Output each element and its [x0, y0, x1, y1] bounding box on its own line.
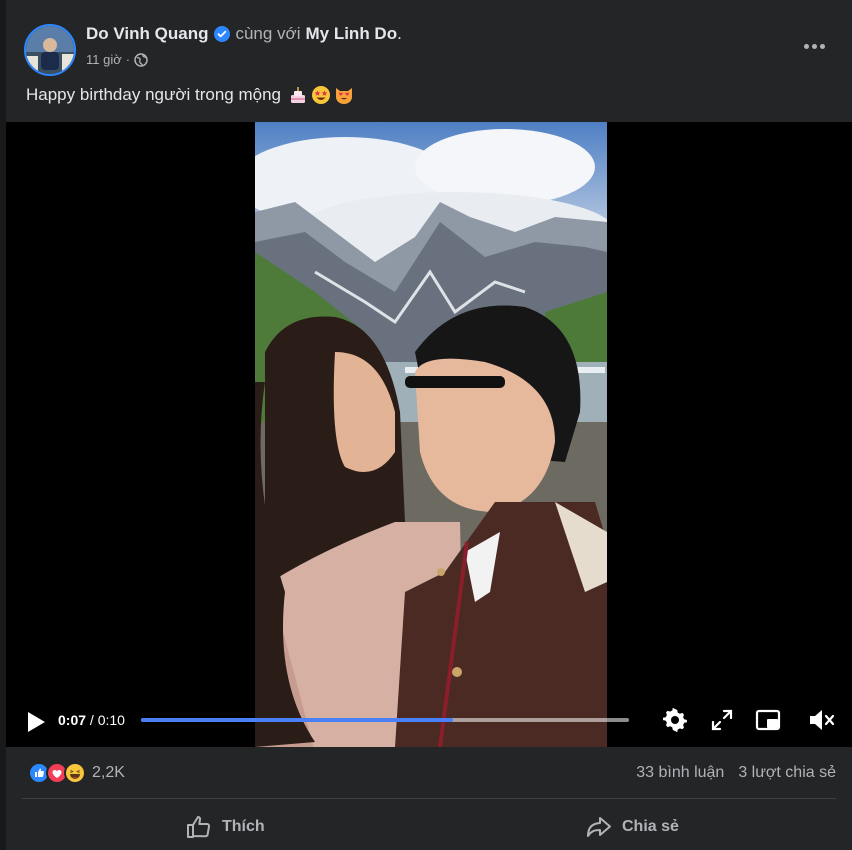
cake-emoji-icon: [288, 85, 308, 105]
play-icon[interactable]: [26, 711, 46, 733]
share-button[interactable]: Chia sẻ: [586, 810, 679, 844]
tag-period: .: [397, 24, 402, 43]
with-text: cùng với: [235, 24, 301, 43]
duration: 0:10: [97, 712, 125, 728]
video-time: 0:07 / 0:10: [58, 712, 125, 728]
picture-in-picture-icon[interactable]: [754, 706, 782, 734]
caption-text: Happy birthday người trong mộng: [26, 85, 281, 104]
reaction-count: 2,2K: [92, 764, 125, 781]
mute-volume-icon[interactable]: [808, 706, 836, 734]
shares-count[interactable]: 3 lượt chia sẻ: [738, 764, 836, 782]
reaction-summary[interactable]: 2,2K: [28, 762, 125, 784]
share-arrow-icon: [587, 817, 611, 837]
video-progress-fill: [141, 718, 454, 722]
verified-badge-icon: [214, 26, 231, 42]
fullscreen-icon[interactable]: [708, 706, 736, 734]
heart-eyes-cat-emoji-icon: [334, 85, 354, 105]
post-meta: 11 giờ ·: [86, 52, 148, 67]
globe-icon: [134, 52, 148, 67]
current-time: 0:07: [58, 712, 87, 728]
meta-separator: ·: [125, 52, 131, 67]
video-player[interactable]: [6, 122, 852, 747]
settings-gear-icon[interactable]: [661, 706, 689, 734]
engagement-stats: 33 bình luận 3 lượt chia sẻ: [636, 764, 836, 782]
haha-reaction-icon: [64, 762, 86, 784]
like-label: Thích: [222, 818, 265, 835]
video-progress-bar[interactable]: [141, 718, 629, 722]
share-label: Chia sẻ: [622, 818, 679, 835]
author-avatar[interactable]: [24, 24, 76, 76]
star-struck-emoji-icon: [311, 85, 331, 105]
tagged-user[interactable]: My Linh Do: [305, 24, 397, 44]
comments-count[interactable]: 33 bình luận: [636, 764, 724, 782]
thumbs-up-icon: [187, 816, 211, 838]
video-frame[interactable]: [255, 122, 607, 747]
more-options-icon[interactable]: [800, 32, 828, 60]
like-button[interactable]: Thích: [186, 810, 265, 844]
post-caption: Happy birthday người trong mộng: [26, 85, 354, 105]
author-line: Do Vinh Quang cùng với My Linh Do.: [86, 24, 402, 44]
post-timestamp[interactable]: 11 giờ: [86, 52, 122, 67]
author-name[interactable]: Do Vinh Quang: [86, 24, 208, 44]
action-divider: [22, 798, 836, 799]
time-separator: /: [86, 712, 98, 728]
